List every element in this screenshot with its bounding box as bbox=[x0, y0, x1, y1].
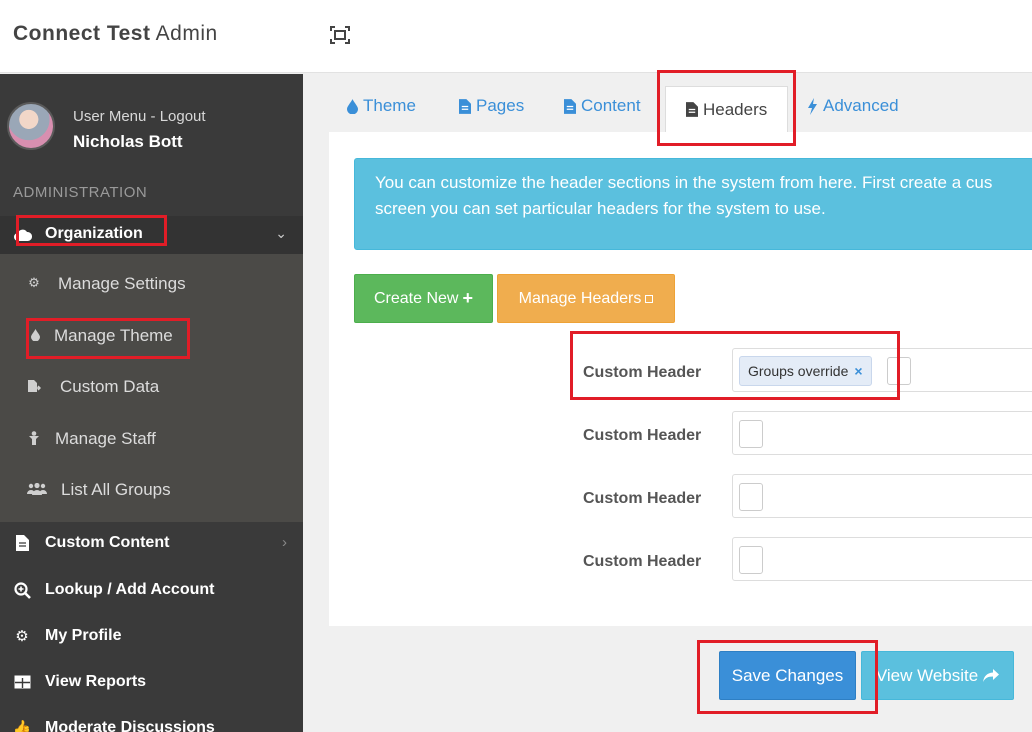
sidebar-item-view-reports[interactable]: View Reports bbox=[0, 661, 303, 705]
button-label: View Website bbox=[875, 665, 979, 685]
tab-label: Content bbox=[581, 96, 641, 115]
share-arrow-icon bbox=[983, 669, 1000, 682]
file-icon bbox=[686, 102, 698, 117]
custom-header-label-3: Custom Header bbox=[583, 490, 702, 507]
chevron-down-icon: ⌄ bbox=[275, 225, 287, 241]
file-icon bbox=[13, 534, 31, 552]
info-text-line2: screen you can set particular headers fo… bbox=[375, 199, 826, 218]
custom-header-select-4[interactable] bbox=[732, 537, 1032, 581]
sidebar-item-label: Lookup / Add Account bbox=[45, 581, 215, 598]
info-text-line1: You can customize the header sections in… bbox=[375, 173, 993, 192]
file-icon bbox=[564, 98, 576, 114]
sidebar-item-manage-staff[interactable]: Manage Staff bbox=[0, 415, 303, 465]
remove-tag-icon[interactable]: × bbox=[854, 363, 862, 379]
tab-label: Headers bbox=[703, 99, 768, 119]
file-export-icon bbox=[26, 378, 42, 394]
plus-icon: + bbox=[462, 288, 473, 308]
custom-header-select-3[interactable] bbox=[732, 474, 1032, 518]
sidebar-item-label: View Reports bbox=[45, 673, 147, 690]
custom-header-select-2[interactable] bbox=[732, 411, 1032, 455]
brand[interactable]: Connect Test Admin bbox=[13, 22, 218, 46]
button-label: Create New bbox=[374, 289, 459, 307]
button-label: Manage Headers bbox=[518, 289, 642, 307]
tab-label: Advanced bbox=[823, 96, 899, 115]
tab-advanced[interactable]: Advanced bbox=[807, 96, 899, 116]
square-icon bbox=[645, 294, 654, 303]
sidebar: User Menu - Logout Nicholas Bott ADMINIS… bbox=[0, 74, 303, 732]
sidebar-item-label: My Profile bbox=[45, 627, 122, 644]
sidebar-item-my-profile[interactable]: ⚙ My Profile bbox=[0, 615, 303, 659]
sidebar-item-moderate-discussions[interactable]: 👍 Moderate Discussions bbox=[0, 707, 303, 732]
cloud-icon bbox=[13, 225, 33, 245]
tab-label: Theme bbox=[363, 96, 416, 115]
droplet-icon bbox=[27, 327, 43, 343]
sidebar-item-custom-content[interactable]: Custom Content › bbox=[0, 522, 303, 566]
sidebar-item-custom-data[interactable]: Custom Data bbox=[0, 363, 303, 413]
organization-submenu: ⚙ Manage Settings Manage Theme Custom Da… bbox=[0, 254, 303, 522]
thumbs-up-icon: 👍 bbox=[12, 720, 32, 732]
sidebar-item-lookup-add-account[interactable]: Lookup / Add Account bbox=[0, 569, 303, 613]
tab-theme[interactable]: Theme bbox=[347, 96, 416, 116]
custom-header-label-2: Custom Header bbox=[583, 427, 702, 444]
user-name: Nicholas Bott bbox=[73, 132, 183, 151]
brand-light: Admin bbox=[155, 22, 218, 45]
file-icon bbox=[459, 98, 471, 114]
tab-pages[interactable]: Pages bbox=[459, 96, 524, 116]
create-new-button[interactable]: Create New + bbox=[354, 274, 493, 323]
tag-label: Groups override bbox=[748, 363, 849, 379]
users-icon bbox=[27, 481, 47, 497]
avatar[interactable] bbox=[7, 102, 55, 150]
button-label: Save Changes bbox=[731, 665, 844, 685]
sidebar-item-label: Custom Data bbox=[60, 377, 160, 396]
selected-tag: Groups override × bbox=[739, 356, 872, 386]
sidebar-item-organization[interactable]: Organization ⌄ bbox=[0, 216, 303, 254]
search-plus-icon bbox=[13, 581, 31, 599]
select-search-input[interactable] bbox=[739, 546, 763, 574]
tab-headers[interactable]: Headers bbox=[665, 86, 789, 132]
info-alert: You can customize the header sections in… bbox=[354, 158, 1032, 250]
table-icon bbox=[13, 673, 31, 691]
select-search-input[interactable] bbox=[739, 483, 763, 511]
top-bar: Connect Test Admin bbox=[0, 0, 1032, 73]
sidebar-item-label: Moderate Discussions bbox=[45, 719, 215, 732]
gear-icon: ⚙ bbox=[15, 628, 29, 645]
custom-header-label-1: Custom Header bbox=[583, 364, 702, 381]
brand-bold: Connect Test bbox=[13, 22, 151, 45]
custom-header-label-4: Custom Header bbox=[583, 553, 702, 570]
person-icon bbox=[26, 430, 42, 446]
headers-panel: You can customize the header sections in… bbox=[329, 132, 1032, 626]
view-website-button[interactable]: View Website bbox=[861, 651, 1014, 700]
sidebar-item-manage-theme[interactable]: Manage Theme bbox=[0, 312, 303, 362]
tab-label: Pages bbox=[476, 96, 525, 115]
user-block: User Menu - Logout Nicholas Bott bbox=[0, 74, 303, 179]
tab-content[interactable]: Content bbox=[564, 96, 641, 116]
section-label: ADMINISTRATION bbox=[13, 184, 148, 201]
sidebar-item-label: Organization bbox=[45, 225, 143, 242]
sidebar-item-label: List All Groups bbox=[61, 480, 171, 499]
chevron-right-icon: › bbox=[282, 534, 287, 551]
save-changes-button[interactable]: Save Changes bbox=[719, 651, 856, 700]
droplet-icon bbox=[347, 98, 358, 114]
select-search-input[interactable] bbox=[739, 420, 763, 448]
manage-headers-button[interactable]: Manage Headers bbox=[497, 274, 675, 323]
fullscreen-icon[interactable] bbox=[330, 26, 350, 44]
user-menu-link[interactable]: User Menu - Logout bbox=[73, 108, 206, 125]
gear-icon: ⚙ bbox=[28, 275, 40, 290]
tab-bar: Theme Pages Content Headers Advanced bbox=[329, 74, 1032, 132]
sidebar-item-list-all-groups[interactable]: List All Groups bbox=[0, 466, 303, 516]
sidebar-item-label: Custom Content bbox=[45, 534, 170, 551]
sidebar-item-label: Manage Theme bbox=[54, 326, 173, 345]
bolt-icon bbox=[808, 97, 817, 115]
sidebar-item-manage-settings[interactable]: ⚙ Manage Settings bbox=[0, 260, 303, 310]
select-search-input[interactable] bbox=[887, 357, 911, 385]
sidebar-item-label: Manage Settings bbox=[58, 274, 186, 293]
custom-header-select-1[interactable]: Groups override × bbox=[732, 348, 1032, 392]
sidebar-item-label: Manage Staff bbox=[55, 429, 156, 448]
